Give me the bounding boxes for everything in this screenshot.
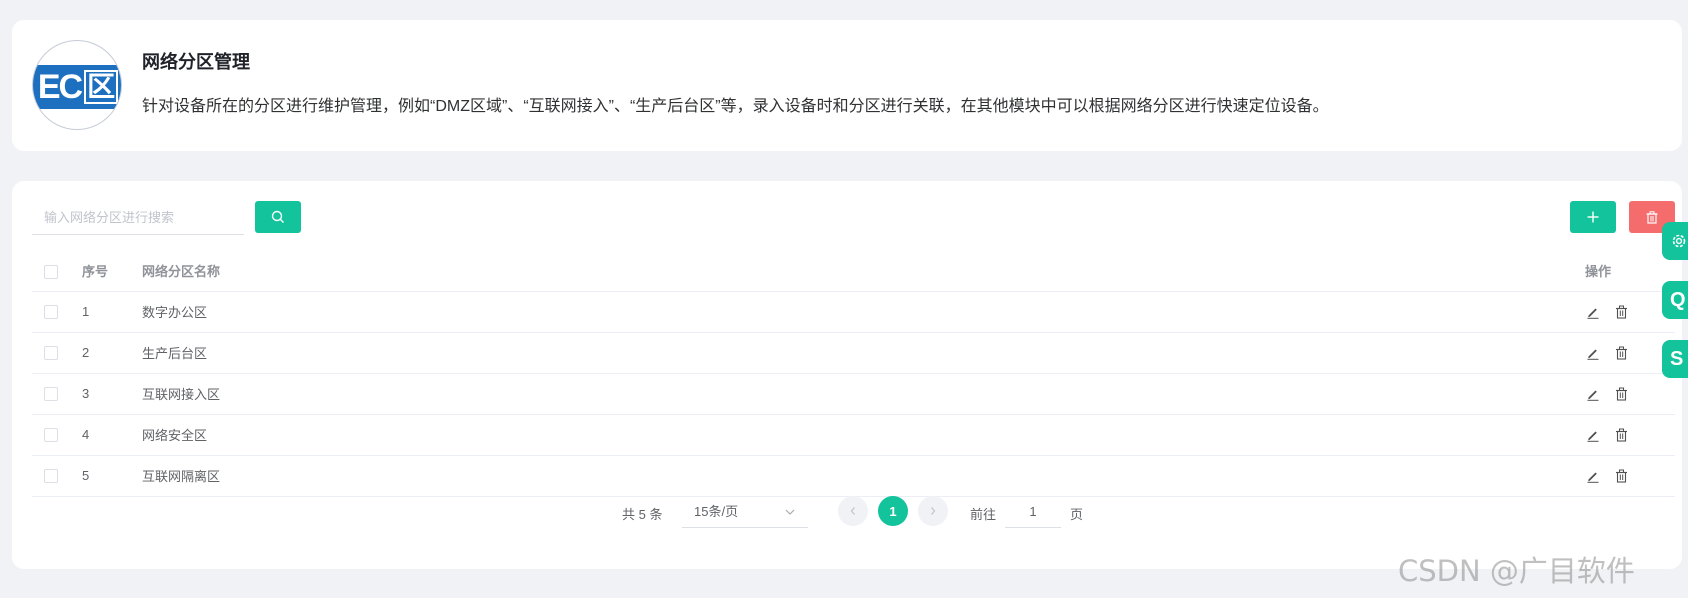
table-row: 3 互联网接入区 [32,373,1675,415]
search-input[interactable] [32,201,244,235]
edit-icon[interactable] [1585,304,1601,320]
row-index: 2 [82,332,142,374]
row-index: 1 [82,291,142,333]
table-card: 序号 网络分区名称 操作 1数字办公区2生产后台区3互联网接入区4网络安全区5互… [12,181,1682,569]
page-title: 网络分区管理 [142,52,250,72]
edit-icon[interactable] [1585,345,1601,361]
row-index: 3 [82,373,142,415]
page-size-select[interactable]: 15条/页 [682,496,808,528]
trash-icon [1646,210,1658,224]
chevron-left-icon [850,507,855,515]
row-name: 数字办公区 [142,291,1585,333]
trash-icon[interactable] [1613,304,1629,320]
gear-icon [1672,234,1686,248]
zone-table: 序号 网络分区名称 操作 1 数字办公区 2 生产后台区 3 互联网接入区 4 网络安全区 5 互… [32,251,1675,497]
logo-text: EC区 [35,63,121,111]
edit-icon[interactable] [1585,386,1601,402]
page-description: 针对设备所在的分区进行维护管理，例如“DMZ区域”、“互联网接入”、“生产后台区… [142,98,1329,115]
table-row: 2 生产后台区 [32,332,1675,374]
page-number-current[interactable]: 1 [878,496,908,526]
row-index: 4 [82,414,142,456]
trash-icon[interactable] [1613,468,1629,484]
side-s-button[interactable]: S [1662,340,1688,378]
row-name: 网络安全区 [142,414,1585,456]
row-checkbox[interactable] [44,346,58,361]
row-index: 5 [82,455,142,497]
row-name: 互联网隔离区 [142,455,1585,497]
goto-suffix: 页 [1070,507,1084,522]
chevron-right-icon [931,507,936,515]
row-name: 生产后台区 [142,332,1585,374]
search-button[interactable] [255,201,301,233]
search-icon [271,210,284,223]
trash-icon[interactable] [1613,345,1629,361]
table-header-row: 序号 网络分区名称 操作 [32,251,1675,292]
header-index: 序号 [82,251,142,292]
row-actions [1585,386,1675,402]
side-q-button[interactable]: Q [1662,281,1688,319]
trash-icon[interactable] [1613,386,1629,402]
table-row: 1 数字办公区 [32,291,1675,333]
trash-icon[interactable] [1613,427,1629,443]
goto-page-input[interactable] [1005,496,1061,528]
header-actions: 操作 [1585,251,1675,292]
edit-icon[interactable] [1585,468,1601,484]
header-card: EC区 网络分区管理 针对设备所在的分区进行维护管理，例如“DMZ区域”、“互联… [12,20,1682,151]
table-row: 4 网络安全区 [32,414,1675,456]
row-checkbox[interactable] [44,469,58,484]
row-checkbox[interactable] [44,305,58,320]
watermark: CSDN @广目软件 [1398,554,1635,588]
row-checkbox[interactable] [44,387,58,402]
pagination-total: 共 5 条 [622,507,663,522]
select-all-checkbox[interactable] [44,264,58,279]
plus-icon [1587,211,1599,223]
header-name: 网络分区名称 [142,251,1585,292]
row-actions [1585,427,1675,443]
row-actions [1585,468,1675,484]
row-checkbox[interactable] [44,428,58,443]
chevron-down-icon [785,509,795,515]
pagination: 共 5 条 15条/页 1 前往 页 [12,496,1682,528]
next-page-button[interactable] [918,496,948,526]
app-logo: EC区 [32,40,122,130]
page-size-value: 15条/页 [694,504,739,519]
add-button[interactable] [1570,201,1616,233]
table-row: 5 互联网隔离区 [32,455,1675,497]
side-settings-button[interactable] [1662,222,1688,260]
row-name: 互联网接入区 [142,373,1585,415]
goto-label: 前往 [970,507,997,522]
prev-page-button[interactable] [838,496,868,526]
edit-icon[interactable] [1585,427,1601,443]
